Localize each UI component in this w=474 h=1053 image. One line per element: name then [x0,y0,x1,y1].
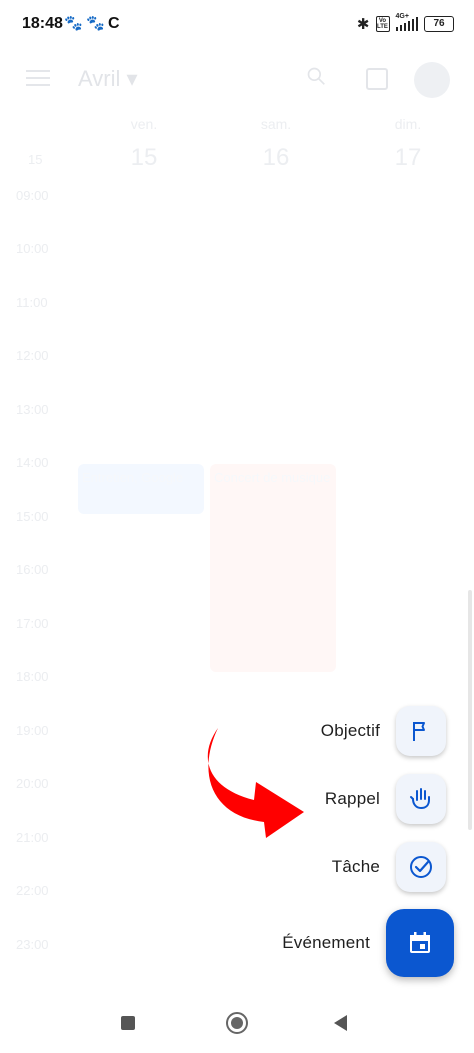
fab-item-task[interactable]: Tâche [332,842,446,892]
battery-icon: 76 [424,16,454,32]
hour-label: 16:00 [16,562,49,577]
search-icon [307,67,325,85]
menu-icon [26,70,50,88]
fab-item-event[interactable]: Événement [282,909,454,977]
hour-label: 18:00 [16,669,49,684]
calendar-event-icon [410,932,430,953]
status-time: 18:48 [22,15,63,32]
back-icon[interactable] [334,1015,347,1031]
hour-label: 14:00 [16,455,49,470]
annotation-arrow-icon [207,728,304,838]
month-label: Avril [78,66,121,91]
week-number: 15 [28,152,43,167]
day-number: 16 [262,144,290,171]
carrier-letter: C [108,15,120,32]
day-name: ven. [130,116,158,132]
hour-label: 09:00 [16,188,49,203]
status-icons: ✱ Vo LTE 4G+ 76 [356,13,454,34]
task-button[interactable] [396,842,446,892]
check-circle-icon [410,856,432,878]
status-bar: 18:48 🐾 🐾 C ✱ Vo LTE 4G+ 76 [0,0,474,50]
hour-label: 22:00 [16,883,49,898]
calendar-event: Concert de musique [210,464,336,672]
recents-icon[interactable] [121,1016,135,1030]
reminder-button[interactable] [396,774,446,824]
volte-icon: Vo LTE [375,16,390,32]
today-icon [366,68,388,90]
scroll-indicator [468,590,472,830]
reminder-hand-icon [410,788,430,810]
hour-label: 17:00 [16,616,49,631]
day-name: dim. [394,116,422,132]
day-name: sam. [260,116,292,132]
month-selector: Avril ▾ [78,66,138,91]
hour-label: 20:00 [16,776,49,791]
day-number: 17 [394,144,422,171]
system-nav-bar [0,1000,474,1053]
hour-label: 21:00 [16,830,49,845]
fab-label-event: Événement [282,933,370,952]
hour-label: 13:00 [16,402,49,417]
fab-label-task: Tâche [331,857,380,876]
hour-label: 19:00 [16,723,49,738]
paw-notification-icon: 🐾 [64,15,83,32]
signal-icon: 4G+ [395,13,418,31]
fab-item-goal[interactable]: Objectif [321,706,446,756]
network-type: 4G+ [395,13,409,20]
avatar [414,62,450,98]
fab-label-reminder: Rappel [324,789,380,808]
app-bar: Avril ▾ [0,50,474,110]
hour-label: 12:00 [16,348,49,363]
calendar-event: Entretien, Google [78,464,204,514]
goal-button[interactable] [396,706,446,756]
day-header: 15 ven. 15 sam. 16 dim. 17 [0,116,474,176]
flag-icon [413,722,425,741]
fab-item-reminder[interactable]: Rappel [325,774,446,824]
hour-label: 10:00 [16,241,49,256]
fab-label-goal: Objectif [320,721,380,740]
bluetooth-icon: ✱ [356,16,370,33]
event-button[interactable] [386,909,454,977]
hour-label: 15:00 [16,509,49,524]
hour-label: 23:00 [16,937,49,952]
home-icon[interactable] [226,1012,248,1034]
day-number: 15 [130,144,158,171]
paw-notification-icon: 🐾 [86,15,105,32]
hour-label: 11:00 [16,295,48,310]
